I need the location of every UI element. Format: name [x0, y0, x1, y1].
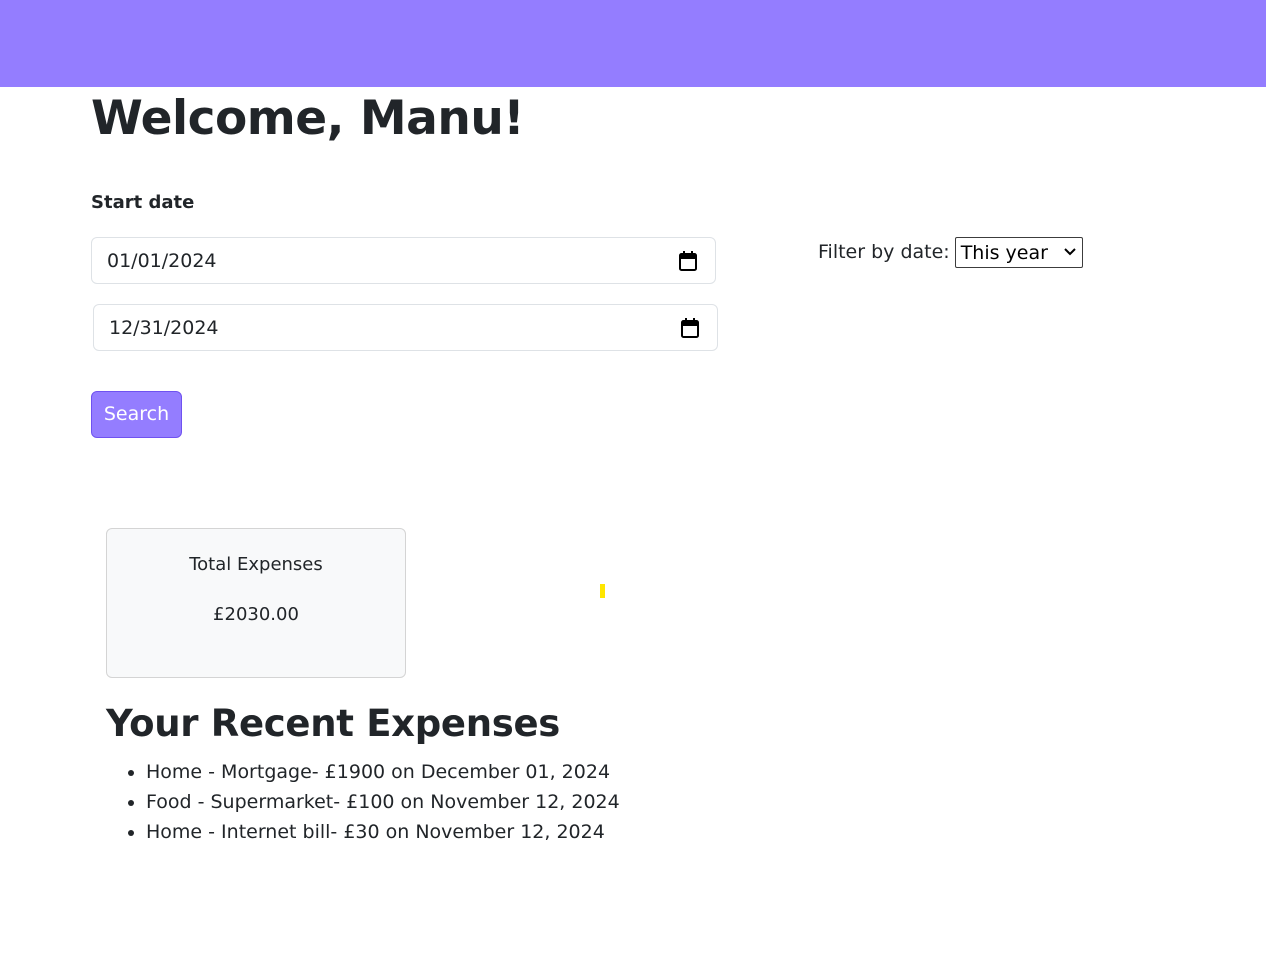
page-title: Welcome, Manu!: [91, 91, 525, 146]
filter-label: Filter by date:: [818, 241, 950, 263]
start-date-label: Start date: [91, 192, 195, 213]
end-date-input[interactable]: 12/31/2024: [93, 304, 718, 351]
recent-expenses-list: Home - Mortgage- £1900 on December 01, 2…: [106, 757, 620, 847]
chart-mark: [600, 584, 605, 598]
recent-expenses-title: Your Recent Expenses: [106, 702, 561, 745]
total-expenses-card: Total Expenses £2030.00: [106, 528, 406, 678]
calendar-icon[interactable]: [681, 318, 699, 338]
start-date-value: 01/01/2024: [107, 250, 217, 272]
total-expenses-title: Total Expenses: [189, 554, 323, 575]
list-item: Home - Mortgage- £1900 on December 01, 2…: [146, 757, 620, 787]
list-item: Food - Supermarket- £100 on November 12,…: [146, 787, 620, 817]
calendar-icon[interactable]: [679, 251, 697, 271]
list-item: Home - Internet bill- £30 on November 12…: [146, 817, 620, 847]
chevron-down-icon: [1063, 248, 1076, 256]
filter-select[interactable]: This year: [954, 237, 1083, 268]
start-date-input[interactable]: 01/01/2024: [91, 237, 716, 284]
date-filter: Filter by date: This year: [818, 237, 1083, 268]
end-date-value: 12/31/2024: [109, 317, 219, 339]
top-navbar: [0, 0, 1266, 87]
search-button[interactable]: Search: [91, 391, 182, 438]
filter-selected-value: This year: [960, 242, 1048, 264]
total-expenses-value: £2030.00: [213, 604, 299, 625]
